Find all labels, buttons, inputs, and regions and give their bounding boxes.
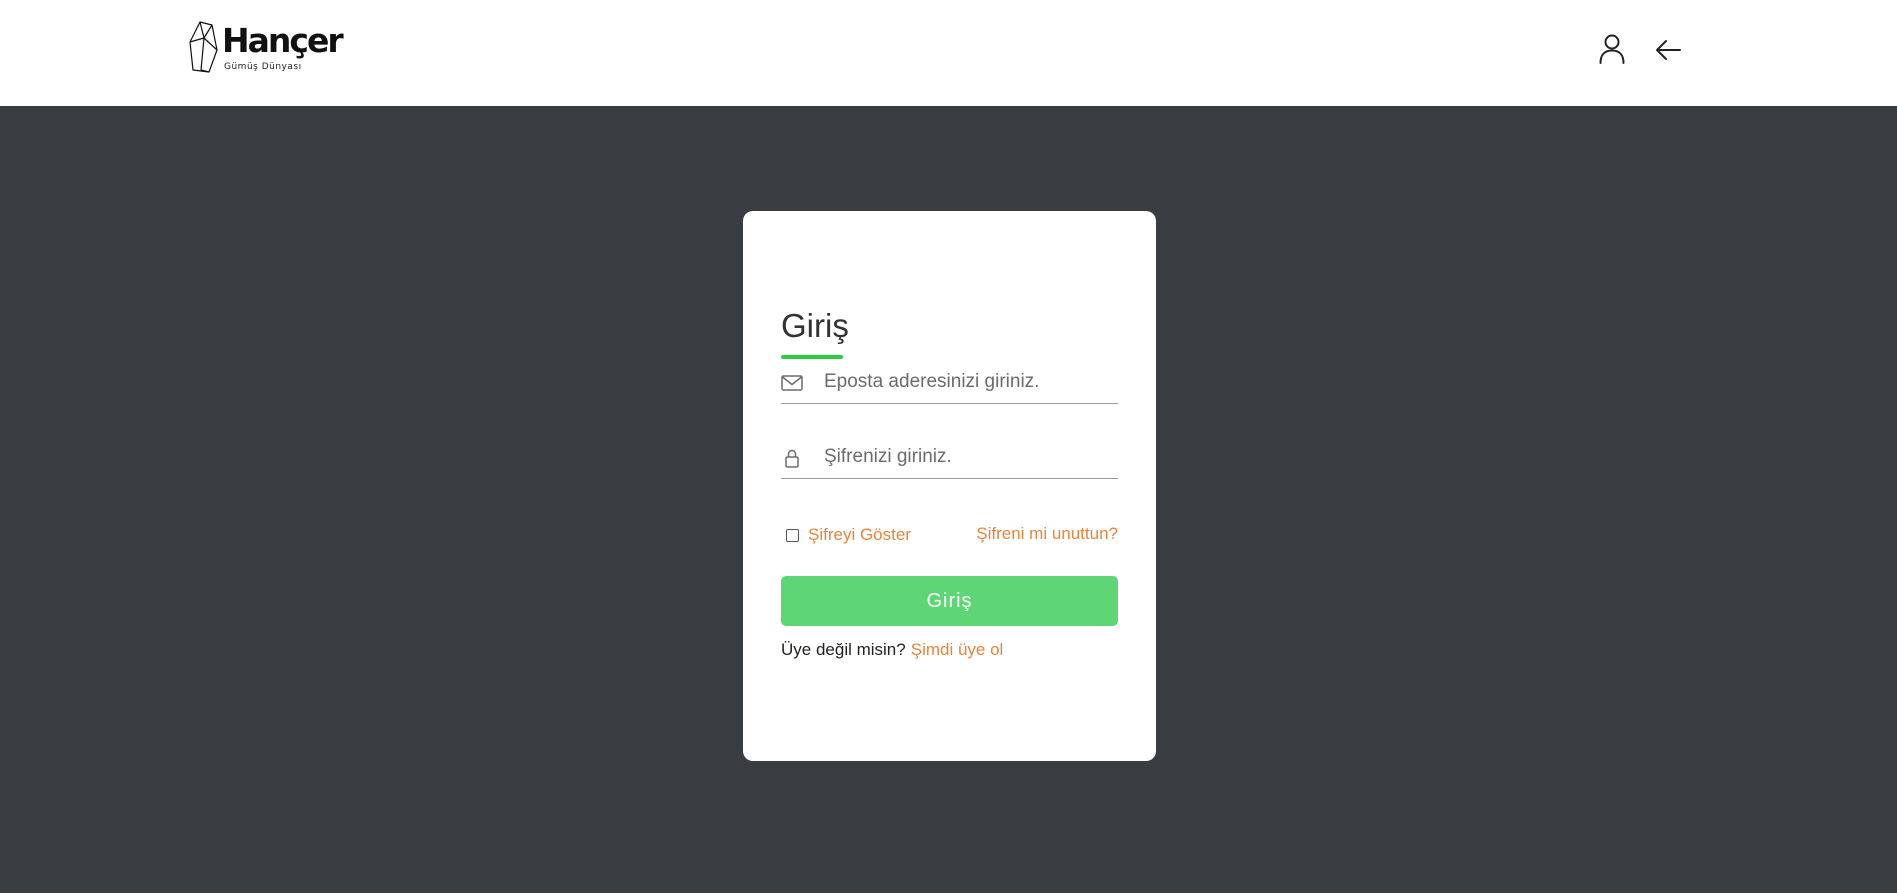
brand-logo[interactable]: Hançer Gümüş Dünyası	[189, 20, 349, 76]
email-field	[781, 361, 1118, 404]
login-title: Giriş	[781, 307, 849, 344]
show-password-toggle[interactable]: Şifreyi Göster	[786, 523, 911, 547]
show-password-label[interactable]: Şifreyi Göster	[808, 525, 911, 545]
arrow-left-icon[interactable]	[1653, 33, 1683, 65]
brand-name: Hançer	[222, 21, 344, 60]
password-field	[781, 436, 1118, 479]
password-input[interactable]	[824, 440, 1114, 474]
user-icon[interactable]	[1597, 33, 1627, 65]
login-card: Giriş Şifreyi Göster Şifreni mi unuttun?…	[743, 211, 1156, 761]
register-prompt-text: Üye değil misin?	[781, 640, 906, 659]
forgot-password-link[interactable]: Şifreni mi unuttun?	[976, 524, 1118, 544]
register-link[interactable]: Şimdi üye ol	[911, 640, 1004, 659]
brand-tagline: Gümüş Dünyası	[224, 62, 302, 72]
register-prompt: Üye değil misin? Şimdi üye ol	[781, 640, 1003, 660]
gem-logo-icon	[189, 21, 218, 73]
envelope-icon	[781, 375, 803, 391]
email-input[interactable]	[824, 365, 1114, 399]
show-password-checkbox[interactable]	[786, 528, 799, 542]
lock-icon	[785, 449, 799, 468]
login-button[interactable]: Giriş	[781, 576, 1118, 626]
site-header: Hançer Gümüş Dünyası	[0, 0, 1897, 106]
title-underline	[781, 355, 843, 359]
